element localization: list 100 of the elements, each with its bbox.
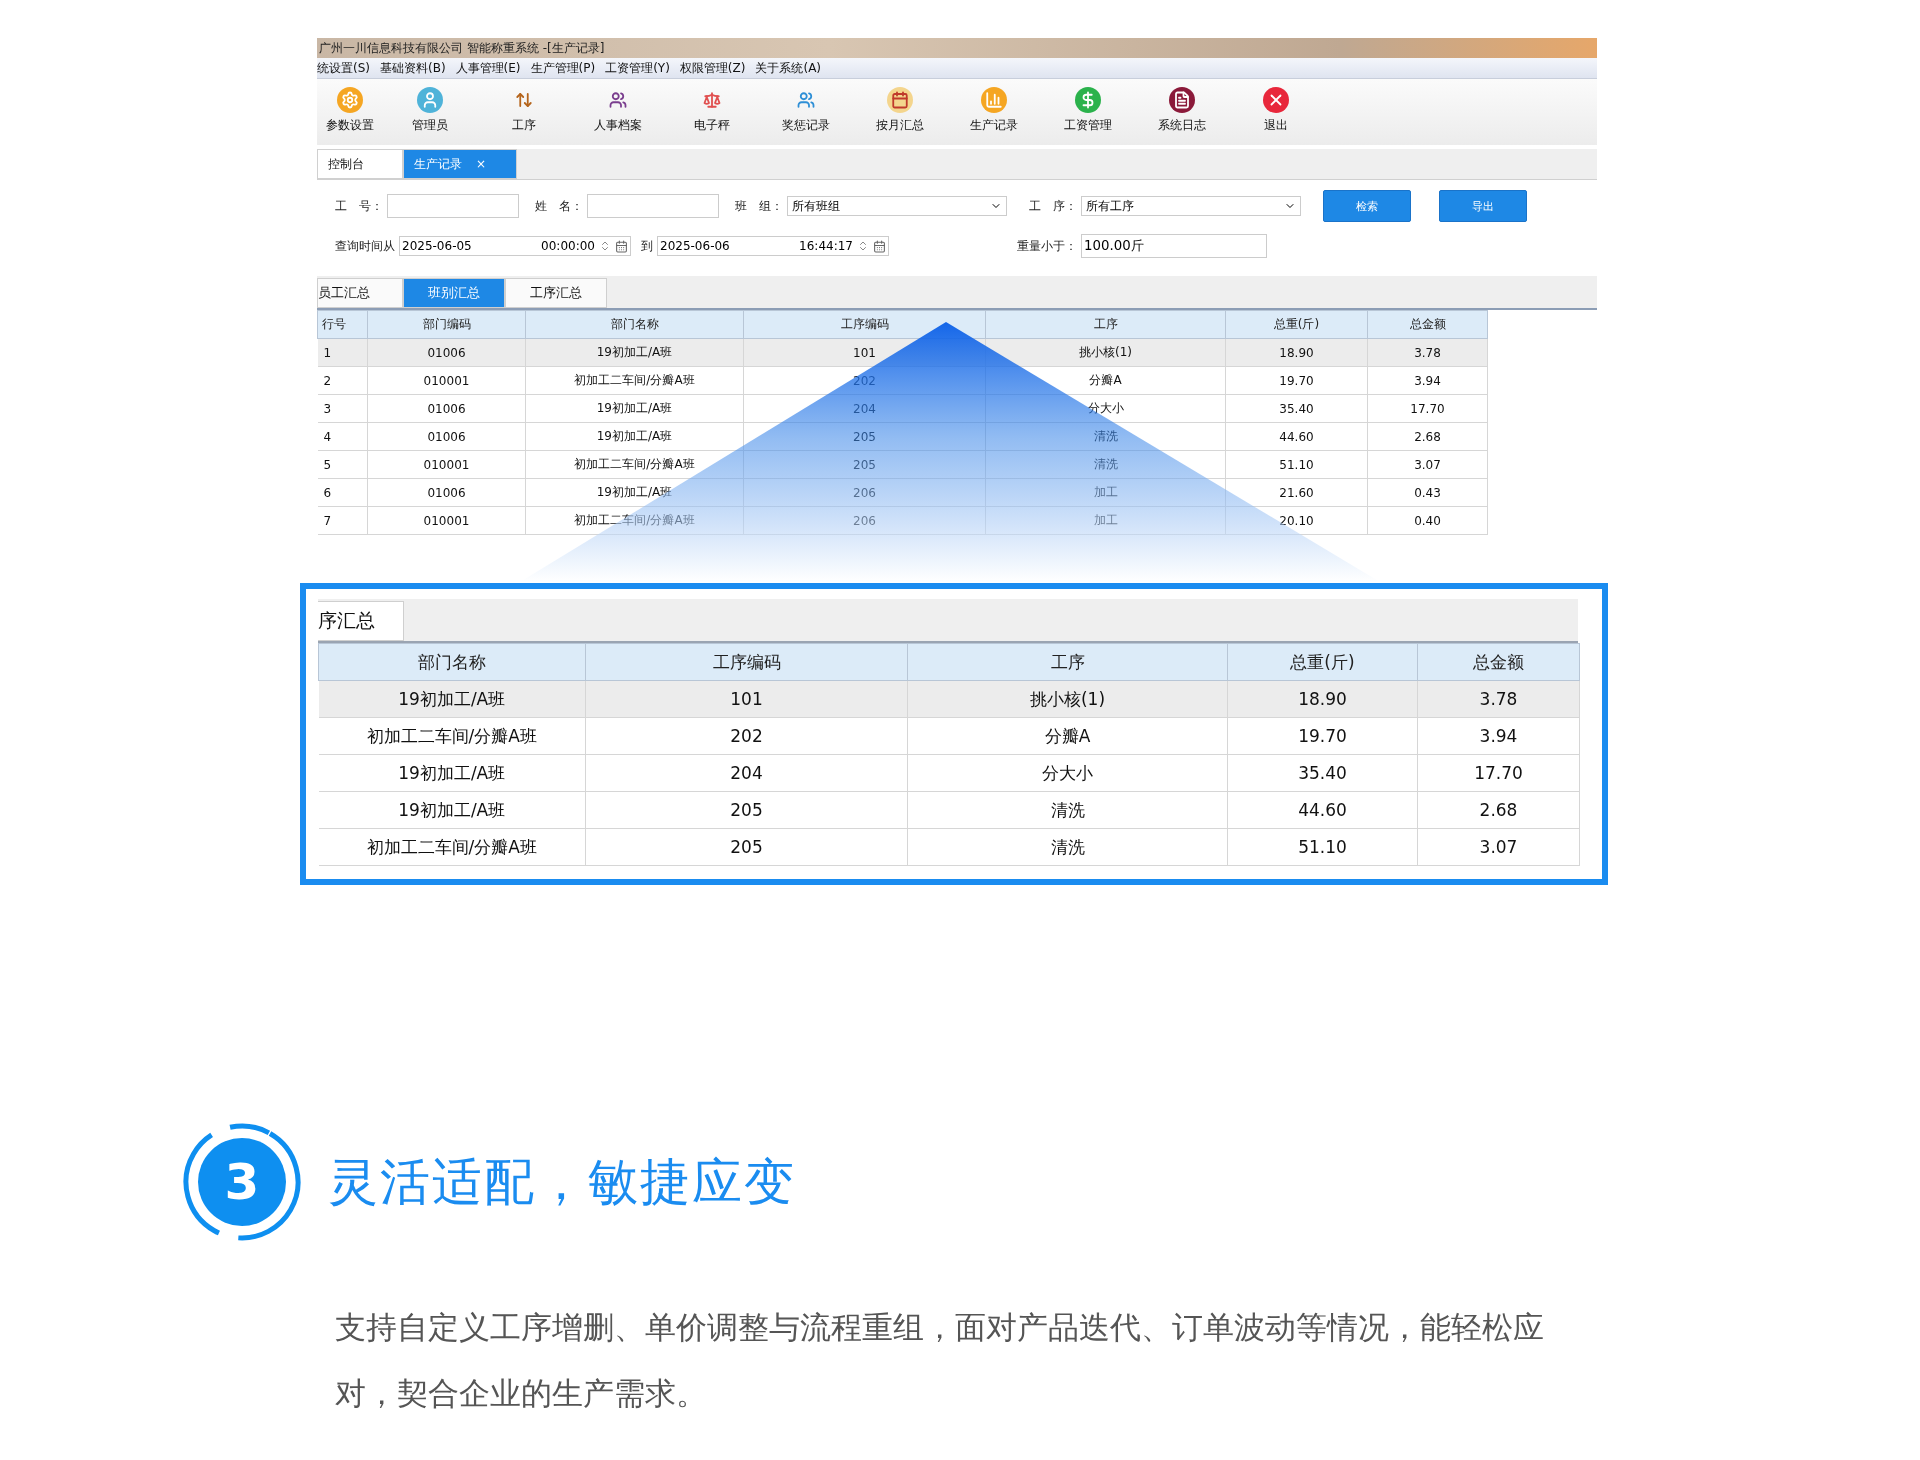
- column-header[interactable]: 总金额: [1367, 310, 1488, 339]
- menu-item[interactable]: 人事管理(E): [455, 59, 521, 77]
- document-icon: [1169, 86, 1195, 113]
- table-cell: 3.94: [1417, 717, 1580, 755]
- table-cell: 3.78: [1367, 338, 1488, 367]
- document-tab[interactable]: 生产记录 ×: [403, 149, 517, 179]
- table-cell: 19.70: [1225, 366, 1368, 395]
- field-label: 班 组：: [735, 197, 783, 215]
- table-cell: 3.94: [1367, 366, 1488, 395]
- toolbar-button[interactable]: 奖惩记录: [759, 79, 853, 141]
- input-field[interactable]: [387, 194, 519, 218]
- section-title: 灵活适配，敏捷应变: [328, 1151, 796, 1213]
- spinner-icon[interactable]: [599, 240, 611, 252]
- table-cell: 2.68: [1367, 422, 1488, 451]
- table-cell: 205: [585, 791, 908, 829]
- export-button[interactable]: 导出: [1439, 190, 1527, 222]
- toolbar-button[interactable]: 电子秤: [665, 79, 759, 141]
- table-cell: 19初加工/A班: [525, 394, 744, 423]
- toolbar-button[interactable]: 工资管理: [1041, 79, 1135, 141]
- table-cell: 分大小: [907, 754, 1228, 792]
- table-cell: 101: [585, 680, 908, 718]
- column-header[interactable]: 行号: [317, 310, 368, 339]
- table-cell: 3.07: [1367, 450, 1488, 479]
- menu-item[interactable]: 基础资料(B): [380, 59, 446, 77]
- table-cell: 01006: [367, 394, 526, 423]
- summary-tab[interactable]: 工序汇总: [505, 278, 607, 308]
- column-header[interactable]: 部门名称: [318, 643, 586, 681]
- toolbar-button[interactable]: 人事档案: [571, 79, 665, 141]
- dropdown[interactable]: 所有工序: [1081, 196, 1301, 216]
- table-cell: 51.10: [1225, 450, 1368, 479]
- document-tab[interactable]: 控制台: [317, 149, 403, 179]
- summary-tab[interactable]: 序汇总: [318, 601, 404, 641]
- menu-item[interactable]: 工资管理(Y): [605, 59, 670, 77]
- column-header[interactable]: 工序: [907, 643, 1228, 681]
- table-cell: 0.43: [1367, 478, 1488, 507]
- calendar-icon: [887, 86, 913, 113]
- section-description: 支持自定义工序增删、单价调整与流程重组，面对产品迭代、订单波动等情况，能轻松应对，契合企业的生产需求。: [335, 1308, 1545, 1413]
- search-button[interactable]: 检索: [1323, 190, 1411, 222]
- table-cell: 202: [585, 717, 908, 755]
- toolbar-button[interactable]: 退出: [1229, 79, 1323, 141]
- toolbar-button[interactable]: 工序: [477, 79, 571, 141]
- calendar-icon[interactable]: [873, 239, 886, 253]
- field-label: 查询时间从: [335, 237, 395, 255]
- column-header[interactable]: 工序编码: [585, 643, 908, 681]
- menu-item[interactable]: 统设置(S): [317, 59, 370, 77]
- field-label: 工 号：: [335, 197, 383, 215]
- table-cell: 6: [317, 478, 368, 507]
- column-header[interactable]: 部门名称: [525, 310, 744, 339]
- table-cell: 2.68: [1417, 791, 1580, 829]
- field-label: 姓 名：: [535, 197, 583, 215]
- summary-tab[interactable]: 班别汇总: [403, 278, 505, 308]
- date-field[interactable]: 2025-06-05 00:00:00: [399, 236, 631, 256]
- table-cell: 19初加工/A班: [525, 422, 744, 451]
- toolbar-button[interactable]: 按月汇总: [853, 79, 947, 141]
- field-label: 重量小于：: [1017, 237, 1077, 255]
- column-header[interactable]: 部门编码: [367, 310, 526, 339]
- table-cell: 分瓣A: [907, 717, 1228, 755]
- table-cell: 010001: [367, 366, 526, 395]
- field-label: 到: [641, 237, 653, 255]
- table-cell: 35.40: [1227, 754, 1418, 792]
- dollar-icon: [1075, 86, 1101, 113]
- dropdown[interactable]: 所有班组: [787, 196, 1007, 216]
- table-cell: 18.90: [1225, 338, 1368, 367]
- input-field[interactable]: 100.00斤: [1081, 234, 1267, 258]
- menu-item[interactable]: 关于系统(A): [755, 59, 822, 77]
- column-header[interactable]: 工序编码: [743, 310, 986, 339]
- summary-tab[interactable]: 员工汇总: [317, 278, 403, 308]
- table-cell: 19初加工/A班: [318, 754, 586, 792]
- toolbar-button[interactable]: 生产记录: [947, 79, 1041, 141]
- column-header[interactable]: 总重(斤): [1225, 310, 1368, 339]
- column-header[interactable]: 工序: [985, 310, 1226, 339]
- toolbar-button[interactable]: 管理员: [383, 79, 477, 141]
- table-cell: 3.07: [1417, 828, 1580, 866]
- close-icon[interactable]: ×: [476, 157, 487, 171]
- table-cell: 18.90: [1227, 680, 1418, 718]
- table-cell: 3.78: [1417, 680, 1580, 718]
- table-cell: 01006: [367, 422, 526, 451]
- column-header[interactable]: 总重(斤): [1227, 643, 1418, 681]
- tab-label: 生产记录: [414, 155, 462, 173]
- close-icon: [1263, 86, 1289, 113]
- table-cell: 19初加工/A班: [318, 680, 586, 718]
- calendar-icon[interactable]: [615, 239, 628, 253]
- spinner-icon[interactable]: [857, 240, 869, 252]
- column-header[interactable]: 总金额: [1417, 643, 1580, 681]
- table-cell: 1: [317, 338, 368, 367]
- date-field[interactable]: 2025-06-06 16:44:17: [657, 236, 889, 256]
- toolbar-button[interactable]: 参数设置: [317, 79, 383, 141]
- toolbar-button[interactable]: 系统日志: [1135, 79, 1229, 141]
- table-cell: 19初加工/A班: [318, 791, 586, 829]
- menu-item[interactable]: 生产管理(P): [530, 59, 596, 77]
- table-cell: 初加工二车间/分瓣A班: [318, 828, 586, 866]
- table-cell: 35.40: [1225, 394, 1368, 423]
- field-label: 工 序：: [1029, 197, 1077, 215]
- table-cell: 挑小核(1): [907, 680, 1228, 718]
- table-cell: 51.10: [1227, 828, 1418, 866]
- table-cell: 清洗: [907, 791, 1228, 829]
- table-cell: 2: [317, 366, 368, 395]
- menu-item[interactable]: 权限管理(Z): [679, 59, 746, 77]
- input-field[interactable]: [587, 194, 719, 218]
- table-cell: 初加工二车间/分瓣A班: [525, 366, 744, 395]
